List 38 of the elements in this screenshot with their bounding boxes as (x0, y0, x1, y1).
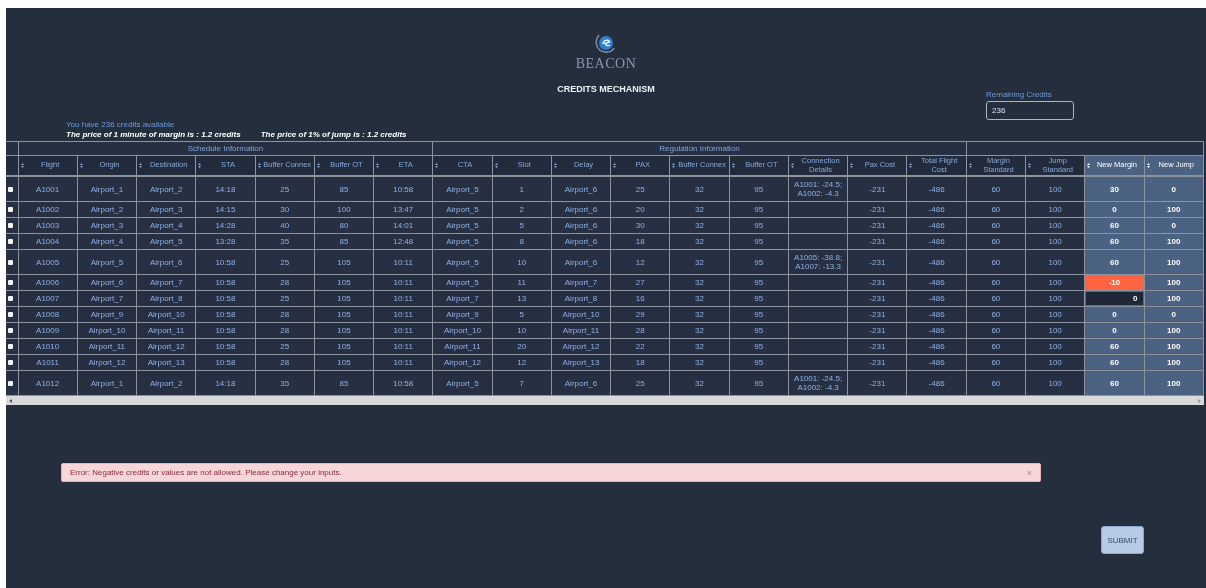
sort-icon[interactable] (1087, 163, 1091, 168)
row-checkbox[interactable] (8, 312, 13, 317)
sort-icon[interactable] (376, 163, 380, 168)
scroll-left-icon[interactable] (9, 398, 12, 403)
sort-icon[interactable] (198, 163, 202, 168)
sort-icon[interactable] (435, 163, 439, 168)
sort-icon[interactable] (909, 163, 913, 168)
credits-available-text: You have 236 credits available (66, 120, 176, 129)
sort-icon[interactable] (20, 163, 24, 168)
sort-icon[interactable] (139, 163, 143, 168)
jump-price-text: The price of 1% of jump is : 1.2 credits (260, 130, 407, 139)
group-header: Schedule Information (18, 141, 433, 156)
sort-icon[interactable] (613, 163, 617, 168)
value-input[interactable]: 0 (1085, 291, 1144, 306)
logo-icon (595, 32, 617, 54)
page-title: CREDITS MECHANISM (557, 84, 655, 94)
alert-message: Error: Negative credits or values are not allowed. Please change your inputs. (70, 468, 342, 477)
field-label: Remaining Credits (986, 90, 1053, 99)
row-checkbox[interactable] (8, 207, 13, 212)
horizontal-scrollbar[interactable] (6, 396, 1204, 405)
sort-icon[interactable] (1028, 163, 1031, 168)
submit-button[interactable]: SUBMIT (1101, 526, 1144, 554)
row-checkbox[interactable] (8, 280, 13, 285)
sort-icon[interactable] (672, 163, 676, 168)
row-checkbox[interactable] (8, 380, 13, 386)
row-checkbox[interactable] (8, 328, 13, 333)
row-checkbox[interactable] (8, 296, 13, 301)
sort-icon[interactable] (850, 163, 854, 168)
row-checkbox[interactable] (8, 360, 13, 365)
row-checkbox[interactable] (8, 223, 13, 228)
remaining-credits-field[interactable]: 236 (986, 101, 1074, 120)
row-checkbox[interactable] (8, 259, 13, 265)
row-checkbox[interactable] (8, 239, 13, 244)
group-header: Regulation Information (432, 141, 967, 156)
brand-name: BEACON (575, 56, 637, 72)
row-checkbox[interactable] (8, 186, 13, 192)
row-checkbox[interactable] (8, 344, 13, 349)
margin-price-text: The price of 1 minute of margin is : 1.2 credits (66, 130, 241, 139)
